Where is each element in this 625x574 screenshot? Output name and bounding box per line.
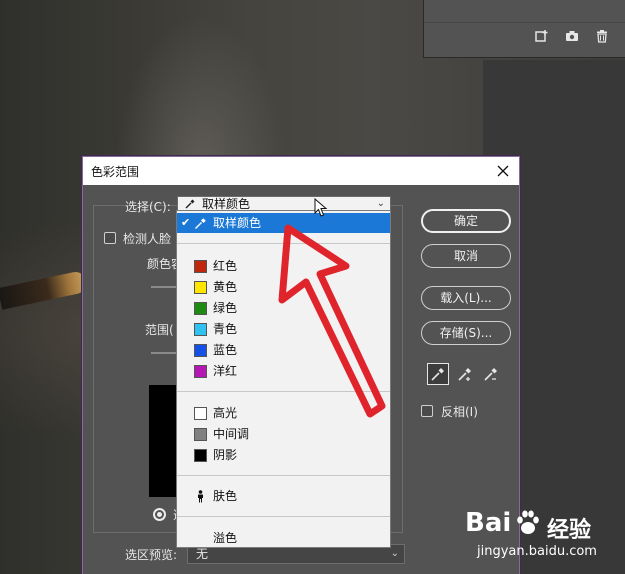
list-item-shadows[interactable]: 阴影 bbox=[177, 445, 390, 465]
annotation-arrow-icon bbox=[278, 224, 386, 418]
chevron-down-icon: ⌄ bbox=[390, 548, 399, 559]
eyedropper-plus-icon bbox=[458, 368, 471, 381]
selection-preview-value: 无 bbox=[196, 547, 209, 561]
camera-icon[interactable] bbox=[565, 29, 579, 43]
panel-divider bbox=[424, 22, 625, 23]
cancel-button[interactable]: 取消 bbox=[421, 244, 511, 268]
dialog-title: 色彩范围 bbox=[91, 165, 140, 179]
invert-checkbox[interactable] bbox=[421, 405, 433, 417]
cyan-swatch bbox=[194, 323, 207, 336]
eyedropper-tool[interactable] bbox=[427, 363, 449, 385]
blue-swatch bbox=[194, 344, 207, 357]
selection-preview-image bbox=[149, 385, 179, 497]
invert-label: 反相(I) bbox=[441, 405, 478, 419]
eyedropper-icon bbox=[431, 368, 444, 381]
eyedropper-icon bbox=[185, 199, 195, 209]
watermark-url: jingyan.baidu.com bbox=[477, 544, 597, 559]
eyedropper-minus-tool[interactable] bbox=[480, 363, 502, 385]
list-separator bbox=[177, 475, 390, 476]
selection-radio[interactable] bbox=[153, 508, 166, 521]
gray-swatch bbox=[194, 428, 207, 441]
detect-faces-checkbox[interactable] bbox=[104, 232, 116, 244]
new-layer-icon[interactable] bbox=[535, 29, 549, 43]
person-icon bbox=[198, 490, 203, 503]
close-button[interactable] bbox=[493, 161, 513, 181]
mouse-cursor-icon bbox=[314, 198, 328, 217]
checkmark-icon: ✔ bbox=[181, 216, 191, 229]
select-label: 选择(C): bbox=[125, 200, 171, 214]
watermark-brand: Bai bbox=[465, 508, 512, 538]
fuzziness-slider[interactable] bbox=[151, 286, 179, 288]
eyedropper-minus-icon bbox=[484, 368, 497, 381]
load-button[interactable]: 载入(L)... bbox=[421, 286, 511, 310]
selection-preview-label: 选区预览: bbox=[125, 548, 178, 562]
red-swatch bbox=[194, 260, 207, 273]
dialog-titlebar[interactable]: 色彩范围 bbox=[83, 157, 519, 185]
white-swatch bbox=[194, 407, 207, 420]
trash-icon[interactable] bbox=[595, 29, 609, 43]
green-swatch bbox=[194, 302, 207, 315]
range-label: 范围( bbox=[145, 323, 174, 337]
list-item-skin-tones[interactable]: 肤色 bbox=[177, 486, 390, 506]
yellow-swatch bbox=[194, 281, 207, 294]
range-slider[interactable] bbox=[151, 352, 179, 354]
watermark-brand-cn: 经验 bbox=[547, 518, 592, 543]
list-item-out-of-gamut[interactable]: 溢色 bbox=[177, 528, 390, 547]
baidu-jingyan-watermark: Bai 经验 jingyan.baidu.com bbox=[465, 506, 615, 568]
save-button[interactable]: 存储(S)... bbox=[421, 321, 511, 345]
black-swatch bbox=[194, 449, 207, 462]
ok-button[interactable]: 确定 bbox=[421, 209, 511, 233]
paw-icon bbox=[517, 510, 539, 534]
select-value: 取样颜色 bbox=[202, 197, 251, 211]
list-item-midtones[interactable]: 中间调 bbox=[177, 424, 390, 444]
chevron-down-icon: ⌄ bbox=[376, 198, 385, 209]
magenta-swatch bbox=[194, 365, 207, 378]
detect-faces-label: 检测人脸 bbox=[123, 232, 172, 246]
eyedropper-plus-tool[interactable] bbox=[454, 363, 476, 385]
list-separator bbox=[177, 516, 390, 517]
close-icon bbox=[497, 165, 509, 177]
layers-panel bbox=[423, 0, 625, 58]
eyedropper-icon bbox=[195, 218, 206, 229]
